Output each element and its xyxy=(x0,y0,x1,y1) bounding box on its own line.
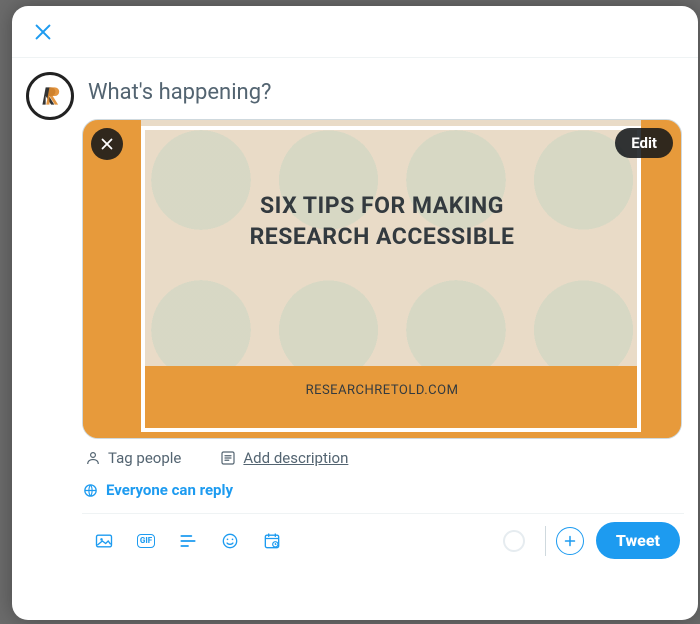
media-image-footer: RESEARCHRETOLD.COM xyxy=(83,383,681,398)
poll-icon xyxy=(178,531,198,551)
media-title-line2: RESEARCH ACCESSIBLE xyxy=(250,223,515,250)
add-description-button[interactable]: Add description xyxy=(219,449,348,467)
toolbar-icons: GIF xyxy=(86,523,290,559)
compose-content: What's happening? SIX TIPS FOR MAKING R xyxy=(82,72,684,616)
add-thread-button[interactable] xyxy=(556,527,584,555)
schedule-button[interactable] xyxy=(254,523,290,559)
reply-setting-button[interactable]: Everyone can reply xyxy=(82,477,684,503)
add-gif-button[interactable]: GIF xyxy=(128,523,164,559)
emoji-icon xyxy=(220,531,240,551)
avatar-logo-icon xyxy=(37,83,63,109)
globe-icon xyxy=(82,482,99,499)
description-icon xyxy=(219,449,237,467)
close-icon xyxy=(32,21,54,43)
reply-setting-label: Everyone can reply xyxy=(106,481,233,499)
gif-icon: GIF xyxy=(137,534,155,548)
add-emoji-button[interactable] xyxy=(212,523,248,559)
compose-toolbar: GIF Tweet xyxy=(82,514,684,571)
edit-media-button[interactable]: Edit xyxy=(615,128,673,158)
compose-body: What's happening? SIX TIPS FOR MAKING R xyxy=(12,58,698,620)
modal-header xyxy=(12,6,698,58)
attached-media: SIX TIPS FOR MAKING RESEARCH ACCESSIBLE … xyxy=(82,119,682,439)
x-icon xyxy=(98,135,116,153)
toolbar-divider xyxy=(545,526,546,556)
avatar-column xyxy=(26,72,82,616)
compose-input[interactable]: What's happening? xyxy=(82,72,684,119)
add-poll-button[interactable] xyxy=(170,523,206,559)
add-image-button[interactable] xyxy=(86,523,122,559)
avatar[interactable] xyxy=(26,72,74,120)
tweet-button[interactable]: Tweet xyxy=(596,522,680,559)
tag-people-label: Tag people xyxy=(108,449,181,467)
add-description-label: Add description xyxy=(243,449,348,467)
media-actions: Tag people Add description xyxy=(82,439,684,473)
schedule-icon xyxy=(262,531,282,551)
remove-media-button[interactable] xyxy=(91,128,123,160)
compose-modal: What's happening? SIX TIPS FOR MAKING R xyxy=(12,6,698,620)
tag-people-button[interactable]: Tag people xyxy=(84,449,181,467)
close-button[interactable] xyxy=(26,15,60,49)
media-image-title: SIX TIPS FOR MAKING RESEARCH ACCESSIBLE xyxy=(83,190,681,252)
media-title-line1: SIX TIPS FOR MAKING xyxy=(260,192,504,219)
character-count-ring xyxy=(503,530,525,552)
image-icon xyxy=(94,531,114,551)
plus-icon xyxy=(561,532,579,550)
person-icon xyxy=(84,449,102,467)
